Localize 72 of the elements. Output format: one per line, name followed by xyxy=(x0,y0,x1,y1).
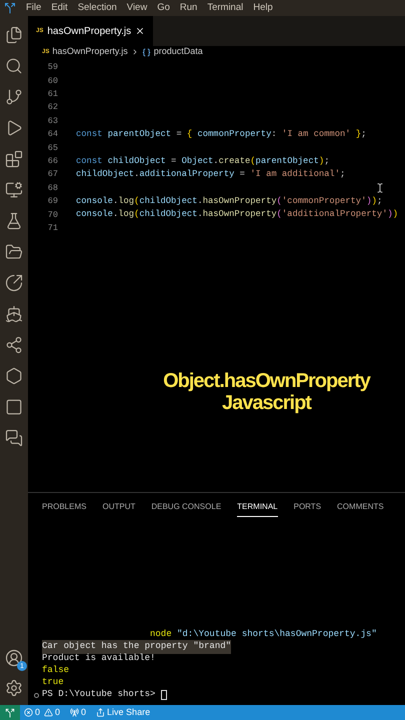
breadcrumb-item[interactable]: productData xyxy=(154,45,203,59)
source-control-icon[interactable] xyxy=(5,88,23,106)
chat-icon[interactable] xyxy=(5,429,23,447)
line-number: 66 xyxy=(46,155,58,168)
menu-item[interactable]: Edit xyxy=(51,3,68,13)
video-caption: Object.hasOwnProperty xyxy=(163,370,370,392)
panel-tab[interactable]: PORTS xyxy=(294,501,322,517)
account-icon[interactable] xyxy=(5,649,23,667)
variable-icon xyxy=(142,48,151,56)
code-line: const childObject = Object.create(parentObject); xyxy=(76,154,330,168)
panel-tab[interactable]: TERMINAL xyxy=(237,501,278,517)
menu-item[interactable]: Terminal xyxy=(207,3,244,13)
terminal-line: Product is available! xyxy=(42,652,156,666)
menu-item[interactable]: Go xyxy=(157,3,170,13)
menu-item[interactable]: View xyxy=(126,3,148,13)
code-line: const parentObject = { commonProperty: 'I am common' }; xyxy=(76,128,366,142)
menu-item[interactable]: Help xyxy=(253,3,273,13)
tab-label: hasOwnProperty.js xyxy=(47,24,132,38)
video-caption: Javascript xyxy=(222,392,311,414)
run-debug-icon[interactable] xyxy=(5,119,23,137)
error-count[interactable]: 0 xyxy=(35,706,40,720)
ports-icon xyxy=(70,708,80,717)
code-line: console.log(childObject.hasOwnProperty('commonProperty')); xyxy=(76,195,382,208)
line-number: 64 xyxy=(46,128,58,142)
line-number: 62 xyxy=(46,101,58,114)
line-number: 67 xyxy=(46,168,58,182)
line-number: 69 xyxy=(46,195,58,208)
terminal-line: true xyxy=(42,676,64,690)
live-share-button[interactable]: Live Share xyxy=(107,706,150,720)
files-icon[interactable] xyxy=(5,26,23,44)
search-icon[interactable] xyxy=(5,57,23,75)
terminal-line: node "d:\Youtube shorts\hasOwnProperty.js" xyxy=(150,628,377,642)
menu-item[interactable]: Selection xyxy=(78,3,117,13)
line-number: 71 xyxy=(46,222,58,235)
hexagon-icon[interactable] xyxy=(5,367,23,385)
terminal-cursor xyxy=(160,690,167,700)
close-icon[interactable] xyxy=(135,26,146,36)
flask-icon[interactable] xyxy=(5,212,23,230)
settings-icon[interactable] xyxy=(5,679,23,697)
ports-count[interactable]: 0 xyxy=(81,706,86,720)
extensions-icon[interactable] xyxy=(5,150,23,168)
remote-icon xyxy=(5,708,15,718)
ship-icon[interactable] xyxy=(5,305,23,323)
panel-tab[interactable]: COMMENTS xyxy=(337,501,384,517)
square-icon[interactable] xyxy=(5,398,23,416)
line-number: 65 xyxy=(46,142,58,154)
code-line: console.log(childObject.hasOwnProperty('additionalProperty')) xyxy=(76,208,398,222)
menu-item[interactable]: Run xyxy=(180,3,198,13)
remote-button[interactable] xyxy=(0,705,20,720)
circle-arrow-icon[interactable] xyxy=(5,274,23,292)
line-number: 59 xyxy=(46,61,58,74)
line-number: 68 xyxy=(46,182,58,195)
warning-icon xyxy=(44,708,54,717)
line-number: 61 xyxy=(46,88,58,101)
terminal-line: PS D:\Youtube shorts> xyxy=(42,688,156,702)
text-cursor-icon xyxy=(375,182,385,194)
panel-tab[interactable]: PROBLEMS xyxy=(42,501,86,517)
share-icon[interactable] xyxy=(5,336,23,354)
line-number: 63 xyxy=(46,114,58,128)
live-share-icon xyxy=(96,708,106,717)
warning-count[interactable]: 0 xyxy=(55,706,60,720)
menu-item[interactable]: File xyxy=(26,3,42,13)
code-line: childObject.additionalProperty = 'I am additional'; xyxy=(76,168,346,182)
remote-monitor-icon[interactable] xyxy=(5,181,23,199)
panel-tab[interactable]: DEBUG CONSOLE xyxy=(151,501,222,517)
folder-icon[interactable] xyxy=(5,243,23,261)
terminal-line: false xyxy=(42,664,70,678)
line-number: 60 xyxy=(46,74,58,88)
breadcrumb-item[interactable]: hasOwnProperty.js xyxy=(52,45,128,59)
panel-tab[interactable]: OUTPUT xyxy=(102,501,136,517)
error-icon xyxy=(24,708,33,717)
line-number: 70 xyxy=(46,208,58,222)
